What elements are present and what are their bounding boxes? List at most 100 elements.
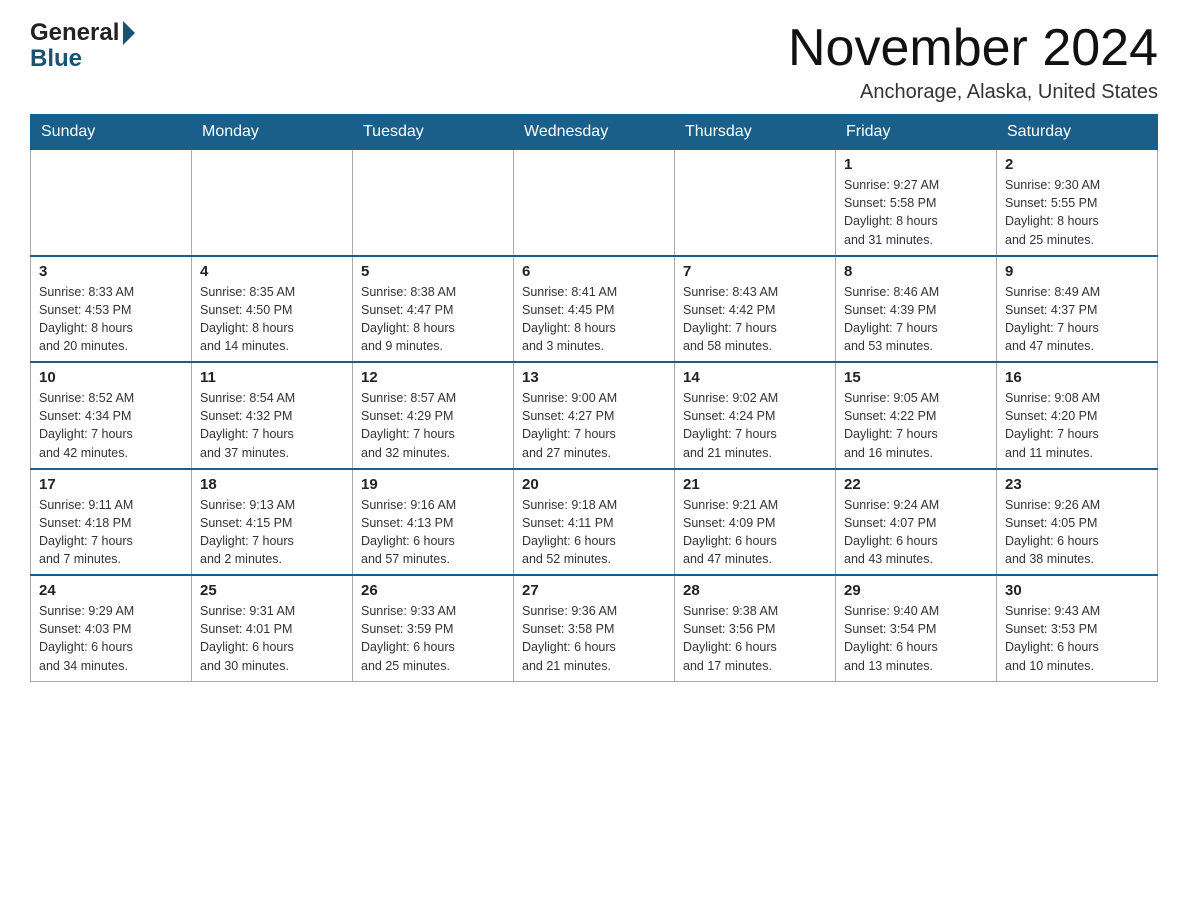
weekday-header-saturday: Saturday <box>997 115 1158 150</box>
day-info: Sunrise: 9:30 AMSunset: 5:55 PMDaylight:… <box>1005 176 1149 249</box>
calendar-cell: 17Sunrise: 9:11 AMSunset: 4:18 PMDayligh… <box>31 469 192 576</box>
day-number: 5 <box>361 263 505 280</box>
logo-arrow-icon <box>123 21 135 45</box>
calendar-cell: 4Sunrise: 8:35 AMSunset: 4:50 PMDaylight… <box>192 256 353 363</box>
day-number: 4 <box>200 263 344 280</box>
day-number: 1 <box>844 156 988 173</box>
calendar-cell <box>192 150 353 256</box>
day-info: Sunrise: 9:33 AMSunset: 3:59 PMDaylight:… <box>361 602 505 675</box>
day-number: 8 <box>844 263 988 280</box>
weekday-header-thursday: Thursday <box>675 115 836 150</box>
day-info: Sunrise: 8:54 AMSunset: 4:32 PMDaylight:… <box>200 389 344 462</box>
day-info: Sunrise: 8:38 AMSunset: 4:47 PMDaylight:… <box>361 283 505 356</box>
calendar-cell: 19Sunrise: 9:16 AMSunset: 4:13 PMDayligh… <box>353 469 514 576</box>
weekday-header-sunday: Sunday <box>31 115 192 150</box>
calendar-cell: 30 Sunrise: 9:43 AMSunset: 3:53 PMDayligh… <box>997 575 1158 681</box>
weekday-header-friday: Friday <box>836 115 997 150</box>
day-info: Sunrise: 9:36 AMSunset: 3:58 PMDaylight:… <box>522 602 666 675</box>
calendar-cell <box>31 150 192 256</box>
day-info: Sunrise: 9:00 AMSunset: 4:27 PMDaylight:… <box>522 389 666 462</box>
weekday-header-wednesday: Wednesday <box>514 115 675 150</box>
calendar-cell <box>353 150 514 256</box>
calendar-cell: 24Sunrise: 9:29 AMSunset: 4:03 PMDayligh… <box>31 575 192 681</box>
logo-blue-text: Blue <box>30 46 82 72</box>
day-number: 22 <box>844 476 988 493</box>
day-info: Sunrise: 9:40 AMSunset: 3:54 PMDaylight:… <box>844 602 988 675</box>
calendar-cell: 16 Sunrise: 9:08 AMSunset: 4:20 PMDayligh… <box>997 362 1158 469</box>
day-info: Sunrise: 9:29 AMSunset: 4:03 PMDaylight:… <box>39 602 183 675</box>
day-number: 18 <box>200 476 344 493</box>
day-info: Sunrise: 9:21 AMSunset: 4:09 PMDaylight:… <box>683 496 827 569</box>
day-number: 15 <box>844 369 988 386</box>
day-number: 19 <box>361 476 505 493</box>
day-number: 9 <box>1005 263 1149 280</box>
calendar-cell: 3 Sunrise: 8:33 AMSunset: 4:53 PMDaylight… <box>31 256 192 363</box>
day-info: Sunrise: 9:31 AMSunset: 4:01 PMDaylight:… <box>200 602 344 675</box>
day-number: 28 <box>683 582 827 599</box>
day-number: 29 <box>844 582 988 599</box>
day-number: 7 <box>683 263 827 280</box>
calendar-cell <box>514 150 675 256</box>
day-info: Sunrise: 9:26 AMSunset: 4:05 PMDaylight:… <box>1005 496 1149 569</box>
day-number: 23 <box>1005 476 1149 493</box>
calendar-cell: 13 Sunrise: 9:00 AMSunset: 4:27 PMDayligh… <box>514 362 675 469</box>
calendar-week-row: 3 Sunrise: 8:33 AMSunset: 4:53 PMDaylight… <box>31 256 1158 363</box>
day-info: Sunrise: 8:52 AMSunset: 4:34 PMDaylight:… <box>39 389 183 462</box>
calendar-table: SundayMondayTuesdayWednesdayThursdayFrid… <box>30 114 1158 682</box>
day-number: 2 <box>1005 156 1149 173</box>
calendar-cell: 12Sunrise: 8:57 AMSunset: 4:29 PMDayligh… <box>353 362 514 469</box>
day-info: Sunrise: 9:24 AMSunset: 4:07 PMDaylight:… <box>844 496 988 569</box>
calendar-week-row: 17Sunrise: 9:11 AMSunset: 4:18 PMDayligh… <box>31 469 1158 576</box>
day-info: Sunrise: 9:02 AMSunset: 4:24 PMDaylight:… <box>683 389 827 462</box>
calendar-cell: 11 Sunrise: 8:54 AMSunset: 4:32 PMDayligh… <box>192 362 353 469</box>
calendar-cell: 14Sunrise: 9:02 AMSunset: 4:24 PMDayligh… <box>675 362 836 469</box>
day-info: Sunrise: 8:49 AMSunset: 4:37 PMDaylight:… <box>1005 283 1149 356</box>
day-info: Sunrise: 8:41 AMSunset: 4:45 PMDaylight:… <box>522 283 666 356</box>
title-block: November 2024 Anchorage, Alaska, United … <box>788 20 1158 104</box>
calendar-cell: 22 Sunrise: 9:24 AMSunset: 4:07 PMDayligh… <box>836 469 997 576</box>
calendar-cell: 15 Sunrise: 9:05 AMSunset: 4:22 PMDayligh… <box>836 362 997 469</box>
day-number: 13 <box>522 369 666 386</box>
calendar-cell: 26 Sunrise: 9:33 AMSunset: 3:59 PMDayligh… <box>353 575 514 681</box>
day-info: Sunrise: 9:43 AMSunset: 3:53 PMDaylight:… <box>1005 602 1149 675</box>
calendar-cell: 23 Sunrise: 9:26 AMSunset: 4:05 PMDayligh… <box>997 469 1158 576</box>
page-header: General Blue November 2024 Anchorage, Al… <box>30 20 1158 104</box>
day-number: 17 <box>39 476 183 493</box>
day-number: 6 <box>522 263 666 280</box>
day-number: 12 <box>361 369 505 386</box>
day-number: 10 <box>39 369 183 386</box>
day-number: 20 <box>522 476 666 493</box>
day-number: 11 <box>200 369 344 386</box>
calendar-cell: 7Sunrise: 8:43 AMSunset: 4:42 PMDaylight… <box>675 256 836 363</box>
calendar-cell: 20 Sunrise: 9:18 AMSunset: 4:11 PMDayligh… <box>514 469 675 576</box>
calendar-header-row: SundayMondayTuesdayWednesdayThursdayFrid… <box>31 115 1158 150</box>
calendar-cell: 1 Sunrise: 9:27 AMSunset: 5:58 PMDaylight… <box>836 150 997 256</box>
calendar-cell: 2 Sunrise: 9:30 AMSunset: 5:55 PMDaylight… <box>997 150 1158 256</box>
calendar-cell: 25 Sunrise: 9:31 AMSunset: 4:01 PMDayligh… <box>192 575 353 681</box>
calendar-cell: 10 Sunrise: 8:52 AMSunset: 4:34 PMDayligh… <box>31 362 192 469</box>
calendar-cell: 9 Sunrise: 8:49 AMSunset: 4:37 PMDaylight… <box>997 256 1158 363</box>
day-info: Sunrise: 9:13 AMSunset: 4:15 PMDaylight:… <box>200 496 344 569</box>
calendar-cell: 6 Sunrise: 8:41 AMSunset: 4:45 PMDaylight… <box>514 256 675 363</box>
day-info: Sunrise: 9:27 AMSunset: 5:58 PMDaylight:… <box>844 176 988 249</box>
calendar-cell: 29 Sunrise: 9:40 AMSunset: 3:54 PMDayligh… <box>836 575 997 681</box>
calendar-cell <box>675 150 836 256</box>
day-info: Sunrise: 9:05 AMSunset: 4:22 PMDaylight:… <box>844 389 988 462</box>
day-number: 26 <box>361 582 505 599</box>
calendar-week-row: 24Sunrise: 9:29 AMSunset: 4:03 PMDayligh… <box>31 575 1158 681</box>
day-info: Sunrise: 9:08 AMSunset: 4:20 PMDaylight:… <box>1005 389 1149 462</box>
day-info: Sunrise: 9:18 AMSunset: 4:11 PMDaylight:… <box>522 496 666 569</box>
day-number: 21 <box>683 476 827 493</box>
weekday-header-tuesday: Tuesday <box>353 115 514 150</box>
day-number: 16 <box>1005 369 1149 386</box>
calendar-week-row: 10 Sunrise: 8:52 AMSunset: 4:34 PMDayligh… <box>31 362 1158 469</box>
day-number: 3 <box>39 263 183 280</box>
day-number: 30 <box>1005 582 1149 599</box>
logo: General Blue <box>30 20 135 73</box>
location-subtitle: Anchorage, Alaska, United States <box>788 81 1158 104</box>
calendar-cell: 18 Sunrise: 9:13 AMSunset: 4:15 PMDayligh… <box>192 469 353 576</box>
logo-general-text: General <box>30 20 119 46</box>
day-info: Sunrise: 8:33 AMSunset: 4:53 PMDaylight:… <box>39 283 183 356</box>
day-number: 25 <box>200 582 344 599</box>
calendar-cell: 21 Sunrise: 9:21 AMSunset: 4:09 PMDayligh… <box>675 469 836 576</box>
